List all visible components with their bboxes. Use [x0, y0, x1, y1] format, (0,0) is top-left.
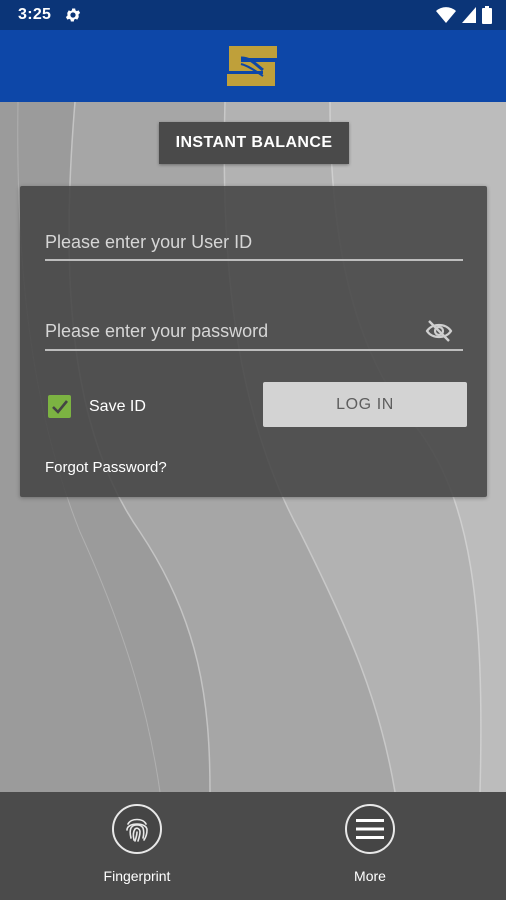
password-field[interactable]: Please enter your password — [45, 317, 463, 351]
instant-balance-button[interactable]: INSTANT BALANCE — [159, 122, 349, 164]
more-label: More — [354, 868, 386, 884]
login-button[interactable]: LOG IN — [263, 382, 467, 427]
s-logo — [227, 46, 277, 86]
wifi-icon — [436, 7, 456, 23]
check-icon — [52, 400, 69, 414]
signal-icon — [462, 7, 476, 23]
status-icons — [436, 6, 492, 24]
menu-icon — [356, 819, 384, 839]
fingerprint-circle — [112, 804, 162, 854]
status-time: 3:25 — [18, 6, 52, 23]
forgot-password-link[interactable]: Forgot Password? — [45, 459, 167, 476]
app-bar — [0, 30, 506, 102]
more-circle — [345, 804, 395, 854]
gear-icon — [65, 8, 81, 22]
userid-field[interactable]: Please enter your User ID — [45, 228, 463, 261]
fingerprint-button[interactable]: Fingerprint — [77, 804, 197, 894]
save-id-checkbox[interactable] — [48, 395, 71, 418]
login-card: Please enter your User ID Please enter y… — [20, 186, 487, 497]
fingerprint-label: Fingerprint — [103, 868, 171, 884]
fingerprint-icon — [126, 818, 148, 842]
password-placeholder: Please enter your password — [45, 321, 269, 341]
userid-placeholder: Please enter your User ID — [45, 232, 253, 252]
bottom-nav: Fingerprint More — [0, 792, 506, 900]
eye-off-icon[interactable] — [425, 319, 453, 343]
status-bar: 3:25 — [0, 0, 506, 30]
save-id-label: Save ID — [89, 398, 146, 415]
battery-icon — [482, 6, 492, 24]
more-button[interactable]: More — [310, 804, 430, 894]
